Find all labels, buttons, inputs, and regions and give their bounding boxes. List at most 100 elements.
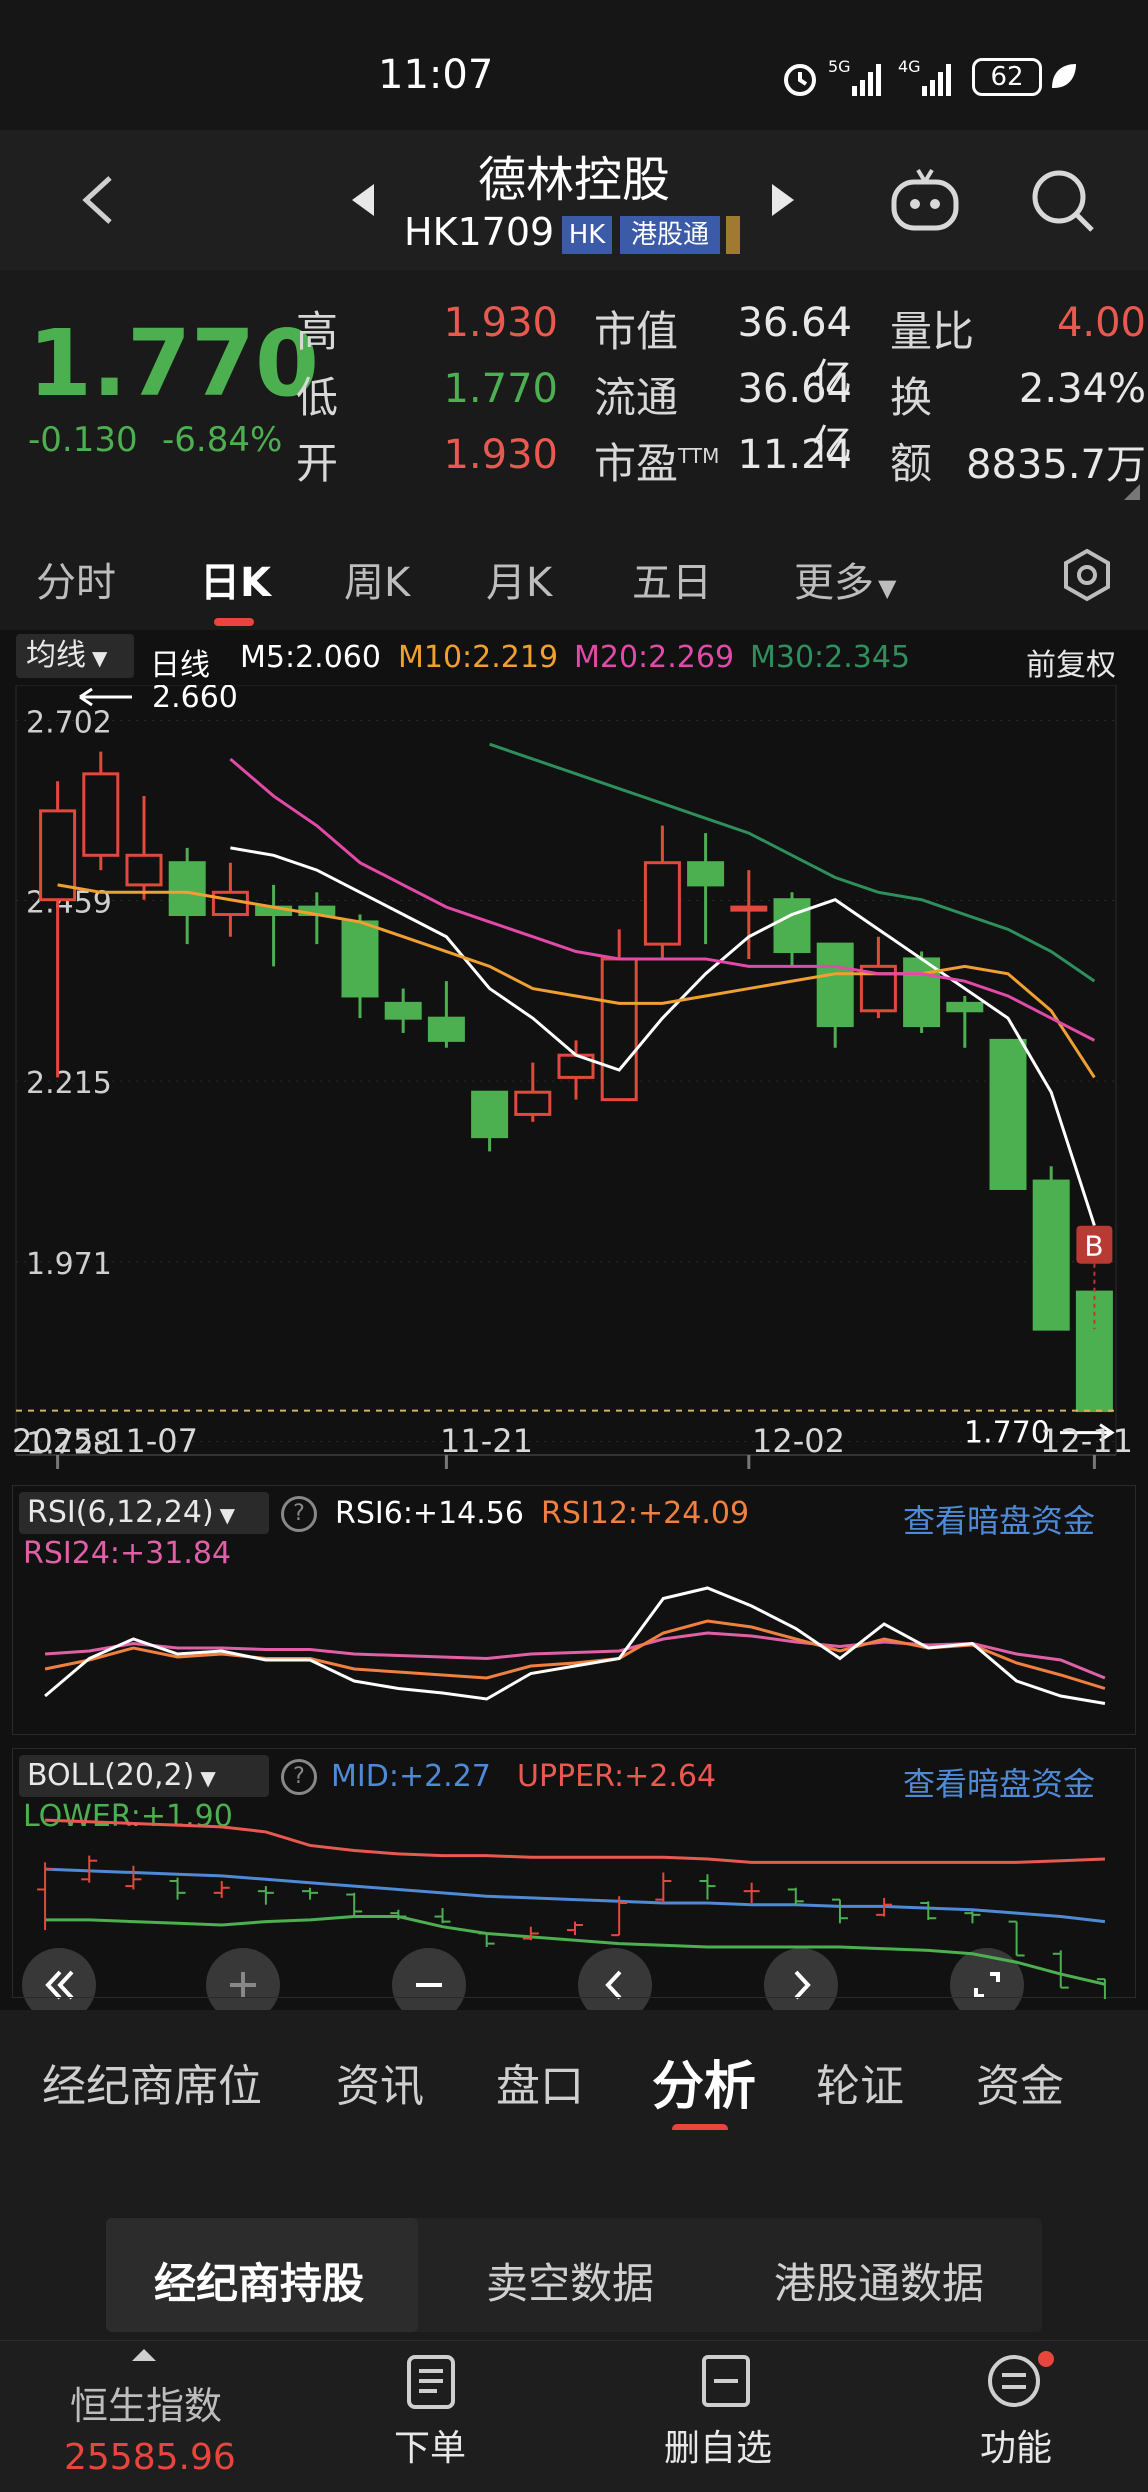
help-icon[interactable]: ?: [281, 1496, 317, 1532]
robot-icon: [891, 168, 959, 231]
expand-corner-icon[interactable]: [1124, 484, 1140, 500]
tab-capital-flow[interactable]: 资金: [976, 2050, 1064, 2114]
triangle-right-icon: [772, 184, 794, 216]
volume-ratio-value: 4.00: [1056, 300, 1146, 346]
tab-monthly-k[interactable]: 月K: [486, 550, 552, 608]
caret-down-icon: ▼: [219, 1503, 236, 1527]
ma-period: 日线: [150, 648, 210, 683]
mcap-label: 市值: [594, 307, 679, 356]
rsi-select-label: RSI(6,12,24): [27, 1495, 214, 1530]
prev-stock-button[interactable]: [348, 180, 378, 220]
stock-name: 德林控股: [478, 152, 671, 208]
signal-4g-icon: 4G: [898, 56, 960, 98]
low-value: 1.770: [443, 366, 558, 412]
tab-weekly-k[interactable]: 周K: [344, 550, 410, 608]
tab-more[interactable]: 更多 ▼: [794, 550, 896, 608]
battery-icon: 62: [972, 58, 1042, 96]
low-label: 低: [296, 373, 339, 422]
turnover-value: 2.34%: [1018, 366, 1146, 412]
candle-body: [125, 853, 163, 887]
buy-marker-label: B: [1084, 1230, 1103, 1263]
high-label: 高: [296, 307, 339, 356]
date-mid2: 12-02: [752, 1422, 845, 1460]
tab-news[interactable]: 资讯: [336, 2050, 424, 2114]
tab-active-indicator: [214, 618, 254, 626]
open-value: 1.930: [443, 432, 558, 478]
signal-5g-icon: 5G: [828, 56, 890, 98]
status-time: 11:07: [378, 52, 494, 98]
dark-pool-link[interactable]: 查看暗盘资金: [903, 1496, 1095, 1542]
candle-body: [989, 1038, 1027, 1190]
next-stock-button[interactable]: [768, 180, 798, 220]
search-button[interactable]: [1028, 166, 1098, 236]
bottom-bar: 恒生指数 25585.96 下单 删自选 功能: [0, 2340, 1148, 2492]
candle-body: [946, 1001, 984, 1013]
rsi-select[interactable]: RSI(6,12,24) ▼: [19, 1492, 269, 1534]
document-icon: [407, 2355, 455, 2409]
candle-body: [1032, 1179, 1070, 1331]
price-change: -0.130: [28, 420, 138, 460]
candle-body: [341, 920, 379, 998]
tab-daily-k[interactable]: 日K: [200, 550, 271, 608]
svg-text:4G: 4G: [898, 57, 921, 76]
caret-up-icon: [130, 2347, 158, 2363]
order-button[interactable]: 下单: [376, 2351, 486, 2481]
candle-body: [514, 1090, 552, 1116]
menu-circle-icon: [988, 2355, 1040, 2407]
quote-panel: 1.770 -0.130 -6.84% 高 低 开 1.930 1.770 1.…: [0, 270, 1148, 520]
y-tick-label: 2.702: [26, 706, 112, 741]
high-value: 1.930: [443, 300, 558, 346]
tab-five-day[interactable]: 五日: [632, 550, 712, 608]
adjust-mode[interactable]: 前复权: [1026, 640, 1116, 684]
stock-header: 德林控股 HK1709 HK 港股通: [0, 130, 1148, 270]
period-tabs: 分时 日K 周K 月K 五日 更多 ▼: [0, 520, 1148, 630]
functions-button[interactable]: 功能: [960, 2351, 1070, 2481]
chart-area: 均线 ▼ 日线 M5:2.060 M10:2.219 M20:2.269 M30:…: [0, 630, 1148, 2022]
back-button[interactable]: [70, 170, 130, 230]
tab-more-label: 更多: [794, 560, 874, 606]
candle-body: [471, 1090, 509, 1139]
ma-select-label: 均线: [26, 638, 86, 673]
help-icon[interactable]: ?: [281, 1759, 317, 1795]
tab-warrants[interactable]: 轮证: [816, 2050, 904, 2114]
rsi12-line: [44, 1619, 1106, 1690]
chart-settings-button[interactable]: [1060, 548, 1114, 602]
tab-broker-seats[interactable]: 经纪商席位: [42, 2050, 262, 2114]
stock-code: HK1709: [404, 210, 555, 254]
functions-label: 功能: [980, 2428, 1053, 2469]
date-end: 12-11: [1040, 1422, 1133, 1460]
tab-analysis[interactable]: 分析: [652, 2044, 756, 2119]
candle-body: [384, 1001, 422, 1020]
pe-label-text: 市盈: [594, 439, 679, 488]
robot-assistant-button[interactable]: [888, 166, 962, 236]
ma20-value: M20:2.269: [574, 640, 735, 675]
candle-body: [168, 861, 206, 917]
ma-select[interactable]: 均线 ▼: [16, 634, 134, 678]
subtab-broker-holdings-label: 经纪商持股: [154, 2259, 365, 2308]
svg-text:5G: 5G: [828, 57, 851, 76]
candle-body: [82, 772, 120, 857]
price-change-pct: -6.84%: [162, 420, 283, 460]
remove-watchlist-button[interactable]: 删自选: [656, 2351, 796, 2481]
boll-select[interactable]: BOLL(20,2) ▼: [19, 1755, 269, 1797]
analysis-subtabs: 经纪商持股 卖空数据 港股通数据: [0, 2130, 1148, 2340]
status-bar: 11:07 5G 4G 62: [0, 0, 1148, 140]
index-name[interactable]: 恒生指数: [70, 2375, 222, 2430]
rsi-chart: [44, 1586, 1106, 1705]
boll-select-label: BOLL(20,2): [27, 1758, 195, 1793]
tab-order-book[interactable]: 盘口: [496, 2050, 584, 2114]
order-label: 下单: [394, 2428, 467, 2469]
float-label: 流通: [594, 373, 679, 422]
subtab-short-selling[interactable]: 卖空数据: [486, 2250, 654, 2311]
dark-pool-link[interactable]: 查看暗盘资金: [903, 1759, 1095, 1805]
open-label: 开: [296, 439, 339, 488]
notification-dot: [1038, 2351, 1054, 2367]
ma5-value: M5:2.060: [240, 640, 381, 675]
candle-body: [211, 890, 249, 917]
tab-intraday[interactable]: 分时: [36, 550, 116, 608]
rsi-panel: RSI(6,12,24) ▼ ? RSI6:+14.56 RSI12:+24.09…: [12, 1485, 1136, 1735]
hexagon-settings-icon: [1064, 548, 1110, 602]
triangle-left-icon: [352, 184, 374, 216]
date-start: 2025-11-07: [12, 1422, 198, 1460]
subtab-connect-data[interactable]: 港股通数据: [774, 2250, 984, 2311]
